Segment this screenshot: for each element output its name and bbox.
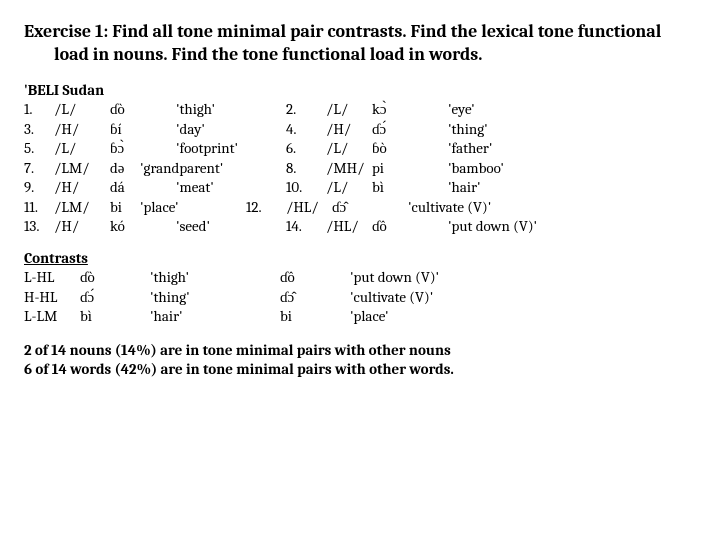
word: bì	[80, 307, 150, 327]
tone: /LM/	[54, 159, 110, 179]
tone: /H/	[54, 178, 110, 198]
table-row: 13. /H/ kó 'seed' 14. /HL/ ɗô 'put down …	[24, 217, 696, 237]
language-label: 'BELI Sudan	[24, 81, 696, 101]
word: ɗɔ́	[372, 120, 448, 140]
item-number: 14.	[286, 217, 326, 237]
item-number: 8.	[286, 159, 326, 179]
gloss: 'day'	[176, 120, 286, 140]
gloss: 'cultivate (V)'	[350, 288, 696, 308]
tone: /L/	[326, 100, 372, 120]
contrasts-table: L-HL ɗò 'thigh' ɗô 'put down (V)' H-HL ɗ…	[24, 268, 696, 327]
tone: /HL/	[286, 198, 332, 218]
gloss: 'meat'	[176, 178, 286, 198]
table-row: H-HL ɗɔ́ 'thing' ɗɔ̂ 'cultivate (V)'	[24, 288, 696, 308]
item-number: 9.	[24, 178, 54, 198]
tone: /L/	[326, 178, 372, 198]
gloss: 'put down (V)'	[350, 268, 696, 288]
table-row: 1. /L/ ɗò 'thigh' 2. /L/ kɔ̀ 'eye'	[24, 100, 696, 120]
word: dá	[110, 178, 176, 198]
gloss: 'put down (V)'	[448, 217, 696, 237]
word: ɓí	[110, 120, 176, 140]
contrast-type: L-HL	[24, 268, 80, 288]
item-number: 11.	[24, 198, 54, 218]
summary-line-2: 6 of 14 words (42%) are in tone minimal …	[24, 360, 696, 380]
gloss: 'eye'	[448, 100, 696, 120]
gloss: 'seed'	[176, 217, 286, 237]
word: ɗò	[80, 268, 150, 288]
gloss: 'cultivate (V)'	[408, 198, 696, 218]
tone: /L/	[326, 139, 372, 159]
word: bi	[110, 198, 140, 218]
item-number: 1.	[24, 100, 54, 120]
table-row: 7. /LM/ də 'grandparent' 8. /MH/ pi 'bam…	[24, 159, 696, 179]
tone: /H/	[54, 217, 110, 237]
tone: /H/	[54, 120, 110, 140]
word: ɗô	[280, 268, 350, 288]
item-number: 4.	[286, 120, 326, 140]
gloss: 'thing'	[448, 120, 696, 140]
item-number: 7.	[24, 159, 54, 179]
word: ɓɔ̀	[110, 139, 176, 159]
word: bi	[280, 307, 350, 327]
item-number: 13.	[24, 217, 54, 237]
word: ɗɔ̂	[280, 288, 350, 308]
tone: /L/	[54, 139, 110, 159]
gloss: 'bamboo'	[448, 159, 696, 179]
tone: /HL/	[326, 217, 372, 237]
exercise-title: Exercise 1: Find all tone minimal pair c…	[54, 20, 696, 67]
word: ɗɔ́	[80, 288, 150, 308]
contrast-type: L-LM	[24, 307, 80, 327]
gloss: 'thing'	[150, 288, 280, 308]
table-row: L-LM bì 'hair' bi 'place'	[24, 307, 696, 327]
table-row: 3. /H/ ɓí 'day' 4. /H/ ɗɔ́ 'thing'	[24, 120, 696, 140]
contrast-type: H-HL	[24, 288, 80, 308]
tone: /MH/	[326, 159, 372, 179]
tone: /LM/	[54, 198, 110, 218]
item-number: 2.	[286, 100, 326, 120]
gloss: 'place'	[350, 307, 696, 327]
contrasts-heading: Contrasts	[24, 249, 696, 269]
item-number: 3.	[24, 120, 54, 140]
item-number: 6.	[286, 139, 326, 159]
table-row: 11. /LM/ bi 'place' 12. /HL/ ɗɔ̂ 'cultiv…	[24, 198, 696, 218]
gloss: 'place'	[140, 198, 246, 218]
word: bì	[372, 178, 448, 198]
item-number: 12.	[246, 198, 286, 218]
word: ɓò	[372, 139, 448, 159]
word: ɗò	[110, 100, 176, 120]
summary-line-1: 2 of 14 nouns (14%) are in tone minimal …	[24, 341, 696, 361]
word: kɔ̀	[372, 100, 448, 120]
gloss: 'footprint'	[176, 139, 286, 159]
table-row: 5. /L/ ɓɔ̀ 'footprint' 6. /L/ ɓò 'father…	[24, 139, 696, 159]
gloss: 'thigh'	[176, 100, 286, 120]
word: pi	[372, 159, 448, 179]
word: kó	[110, 217, 176, 237]
table-row: L-HL ɗò 'thigh' ɗô 'put down (V)'	[24, 268, 696, 288]
data-table: 1. /L/ ɗò 'thigh' 2. /L/ kɔ̀ 'eye' 3. /H…	[24, 100, 696, 237]
gloss: 'father'	[448, 139, 696, 159]
word: ɗɔ̂	[332, 198, 408, 218]
item-number: 5.	[24, 139, 54, 159]
word: də	[110, 159, 140, 179]
tone: /L/	[54, 100, 110, 120]
item-number: 10.	[286, 178, 326, 198]
table-row: 9. /H/ dá 'meat' 10. /L/ bì 'hair'	[24, 178, 696, 198]
gloss: 'hair'	[150, 307, 280, 327]
tone: /H/	[326, 120, 372, 140]
word: ɗô	[372, 217, 448, 237]
gloss: 'thigh'	[150, 268, 280, 288]
gloss: 'grandparent'	[140, 159, 286, 179]
gloss: 'hair'	[448, 178, 696, 198]
